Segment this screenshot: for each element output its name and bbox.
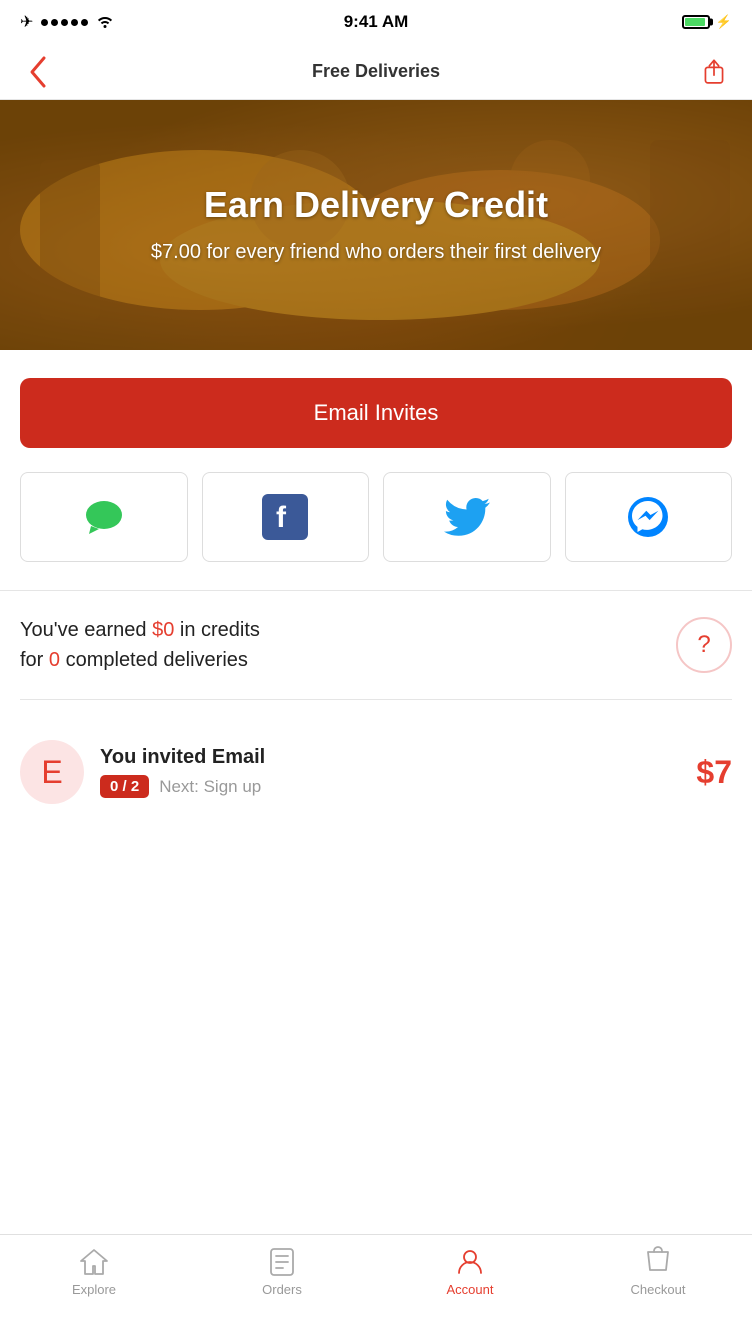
progress-badge: 0 / 2 bbox=[100, 775, 149, 798]
help-button[interactable]: ? bbox=[676, 617, 732, 673]
charging-icon: ⚡ bbox=[716, 14, 732, 30]
invited-reward: $7 bbox=[696, 754, 732, 791]
social-buttons-row: f bbox=[20, 472, 732, 562]
header-title: Free Deliveries bbox=[312, 61, 440, 82]
explore-icon bbox=[79, 1247, 109, 1277]
messenger-share-button[interactable] bbox=[565, 472, 733, 562]
dot2 bbox=[51, 19, 58, 26]
share-button[interactable] bbox=[692, 50, 736, 94]
credits-suffix: completed deliveries bbox=[60, 649, 248, 671]
back-button[interactable] bbox=[16, 50, 60, 94]
dot1 bbox=[41, 19, 48, 26]
checkout-label: Checkout bbox=[631, 1282, 686, 1297]
invited-progress-row: 0 / 2 Next: Sign up bbox=[100, 775, 696, 798]
hero-title: Earn Delivery Credit bbox=[151, 184, 601, 226]
dot5 bbox=[81, 19, 88, 26]
battery-fill bbox=[685, 18, 705, 26]
divider-1 bbox=[0, 590, 752, 591]
hero-subtitle: $7.00 for every friend who orders their … bbox=[151, 238, 601, 266]
status-time: 9:41 AM bbox=[344, 12, 409, 32]
wifi-icon bbox=[96, 14, 114, 31]
credits-amount: $0 bbox=[152, 619, 174, 641]
invited-section: E You invited Email 0 / 2 Next: Sign up … bbox=[20, 724, 732, 828]
orders-icon bbox=[267, 1247, 297, 1277]
explore-label: Explore bbox=[72, 1282, 116, 1297]
battery-icon bbox=[682, 15, 710, 29]
status-left: ✈ bbox=[20, 12, 114, 32]
account-label: Account bbox=[447, 1282, 494, 1297]
tab-bar: Explore Orders Account bbox=[0, 1234, 752, 1334]
invited-title: You invited Email bbox=[100, 746, 696, 769]
facebook-share-button[interactable]: f bbox=[202, 472, 370, 562]
tab-account[interactable]: Account bbox=[376, 1247, 564, 1297]
credits-line2: for 0 completed deliveries bbox=[20, 645, 260, 675]
invited-info: You invited Email 0 / 2 Next: Sign up bbox=[100, 746, 696, 798]
status-bar: ✈ 9:41 AM ⚡ bbox=[0, 0, 752, 44]
orders-label: Orders bbox=[262, 1282, 302, 1297]
credits-line1: You've earned $0 in credits bbox=[20, 615, 260, 645]
tab-explore[interactable]: Explore bbox=[0, 1247, 188, 1297]
tab-checkout[interactable]: Checkout bbox=[564, 1247, 752, 1297]
signal-dots bbox=[41, 19, 88, 26]
credits-prefix: You've earned bbox=[20, 619, 152, 641]
twitter-share-button[interactable] bbox=[383, 472, 551, 562]
credits-section: You've earned $0 in credits for 0 comple… bbox=[20, 615, 732, 700]
tab-orders[interactable]: Orders bbox=[188, 1247, 376, 1297]
credits-for: for bbox=[20, 649, 49, 671]
hero-content: Earn Delivery Credit $7.00 for every fri… bbox=[151, 184, 601, 266]
hero-banner: Earn Delivery Credit $7.00 for every fri… bbox=[0, 100, 752, 350]
main-content: Email Invites f bbox=[0, 350, 752, 848]
credits-text-block: You've earned $0 in credits for 0 comple… bbox=[20, 615, 260, 675]
invited-avatar-letter: E bbox=[41, 754, 62, 791]
next-step-label: Next: Sign up bbox=[159, 777, 261, 797]
invited-avatar: E bbox=[20, 740, 84, 804]
checkout-icon bbox=[643, 1247, 673, 1277]
header: Free Deliveries bbox=[0, 44, 752, 100]
help-question-mark: ? bbox=[697, 631, 710, 659]
email-invites-button[interactable]: Email Invites bbox=[20, 378, 732, 448]
svg-text:f: f bbox=[276, 501, 287, 534]
airplane-icon: ✈ bbox=[20, 12, 33, 32]
messages-share-button[interactable] bbox=[20, 472, 188, 562]
account-icon bbox=[455, 1247, 485, 1277]
credits-middle: in credits bbox=[174, 619, 260, 641]
status-right: ⚡ bbox=[682, 14, 732, 30]
dot4 bbox=[71, 19, 78, 26]
credits-count: 0 bbox=[49, 649, 60, 671]
dot3 bbox=[61, 19, 68, 26]
